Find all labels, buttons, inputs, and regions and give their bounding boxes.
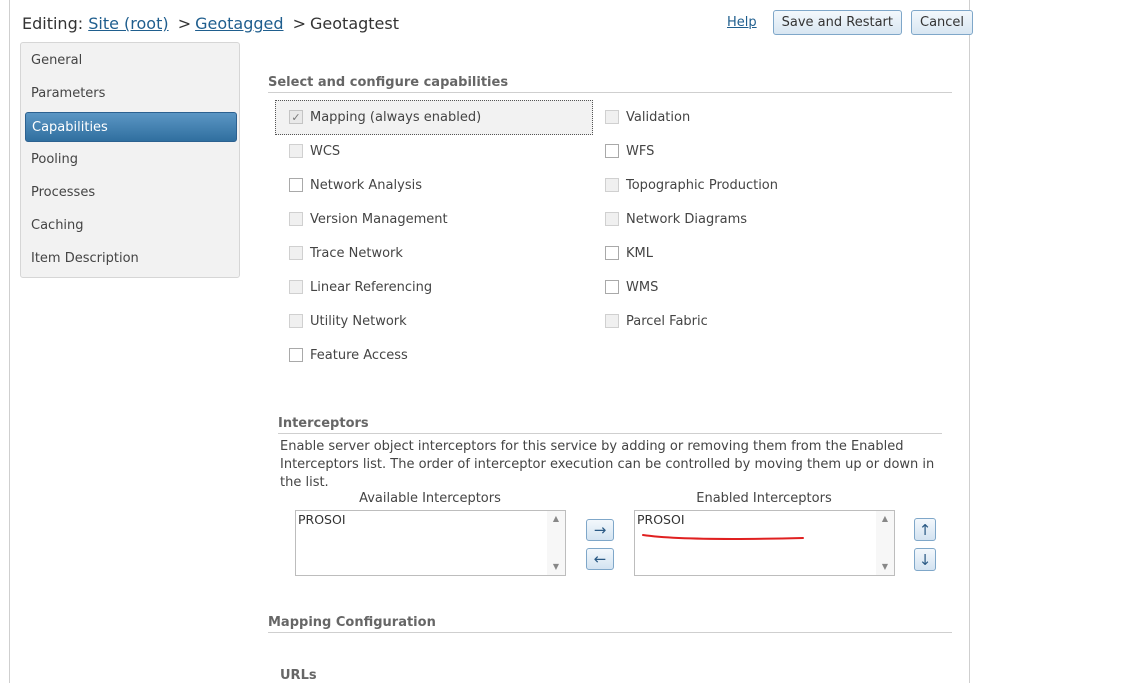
checkbox[interactable]: [605, 178, 619, 192]
available-interceptors-label: Available Interceptors: [359, 491, 501, 506]
arrow-left-icon: ←: [593, 550, 607, 568]
capability-wms[interactable]: WMS: [605, 270, 658, 304]
sidebar-item-parameters[interactable]: Parameters: [25, 79, 237, 109]
capability-label: Network Diagrams: [626, 211, 747, 227]
checkbox[interactable]: [605, 212, 619, 226]
capability-label: Parcel Fabric: [626, 313, 708, 329]
arrow-right-icon: →: [593, 521, 607, 539]
capabilities-section-title: Select and configure capabilities: [268, 75, 509, 90]
scrollbar[interactable]: ▲ ▼: [876, 511, 894, 575]
frame-left-border: [9, 0, 10, 683]
breadcrumb-current: Geotagtest: [310, 14, 400, 33]
checkbox[interactable]: ✓: [289, 110, 303, 124]
list-item[interactable]: PROSOI: [637, 512, 685, 527]
capability-kml[interactable]: KML: [605, 236, 653, 270]
checkbox[interactable]: [289, 144, 303, 158]
add-interceptor-button[interactable]: →: [586, 519, 614, 541]
checkbox[interactable]: [605, 314, 619, 328]
capability-version-management[interactable]: Version Management: [289, 202, 448, 236]
capability-label: Trace Network: [310, 245, 403, 261]
red-underline-annotation: [642, 534, 804, 540]
capability-feature-access[interactable]: Feature Access: [289, 338, 408, 372]
mapping-configuration-divider: [268, 632, 952, 633]
capability-validation[interactable]: Validation: [605, 100, 690, 134]
scrollbar[interactable]: ▲ ▼: [547, 511, 565, 575]
capability-wfs[interactable]: WFS: [605, 134, 654, 168]
sidebar-item-pooling[interactable]: Pooling: [25, 145, 237, 175]
list-item[interactable]: PROSOI: [298, 512, 346, 527]
checkbox[interactable]: [289, 212, 303, 226]
capability-label: Utility Network: [310, 313, 407, 329]
sidebar-item-caching[interactable]: Caching: [25, 211, 237, 241]
capability-label: Linear Referencing: [310, 279, 433, 295]
sidebar-item-general[interactable]: General: [25, 46, 237, 76]
capability-label: KML: [626, 245, 653, 261]
sidebar-item-capabilities[interactable]: Capabilities: [25, 112, 237, 142]
sidebar: General Parameters Capabilities Pooling …: [20, 42, 240, 278]
move-up-button[interactable]: ↑: [914, 518, 936, 541]
capability-label: Mapping (always enabled): [310, 109, 482, 125]
interceptors-divider: [278, 433, 942, 434]
checkbox[interactable]: [605, 246, 619, 260]
capability-network-analysis[interactable]: Network Analysis: [289, 168, 422, 202]
capability-wcs[interactable]: WCS: [289, 134, 340, 168]
interceptors-section-title: Interceptors: [278, 416, 369, 431]
enabled-interceptors-label: Enabled Interceptors: [696, 491, 832, 506]
capability-label: Validation: [626, 109, 691, 125]
capability-topographic-production[interactable]: Topographic Production: [605, 168, 778, 202]
checkbox[interactable]: [605, 110, 619, 124]
arrow-down-icon: ↓: [918, 550, 932, 569]
frame-right-border: [969, 0, 970, 683]
capability-utility-network[interactable]: Utility Network: [289, 304, 407, 338]
capability-mapping[interactable]: ✓ Mapping (always enabled): [289, 100, 481, 134]
breadcrumb-site-root[interactable]: Site (root): [88, 14, 168, 33]
capability-trace-network[interactable]: Trace Network: [289, 236, 403, 270]
checkbox[interactable]: [289, 348, 303, 362]
capability-label: WMS: [626, 279, 659, 295]
scroll-down-icon[interactable]: ▼: [876, 559, 894, 575]
remove-interceptor-button[interactable]: ←: [586, 548, 614, 570]
scroll-up-icon[interactable]: ▲: [547, 511, 565, 527]
available-interceptors-list[interactable]: PROSOI ▲ ▼: [295, 510, 566, 576]
checkbox[interactable]: [605, 144, 619, 158]
mapping-configuration-title: Mapping Configuration: [268, 615, 436, 630]
move-down-button[interactable]: ↓: [914, 548, 936, 571]
sidebar-item-processes[interactable]: Processes: [25, 178, 237, 208]
breadcrumb-geotagged[interactable]: Geotagged: [195, 14, 283, 33]
capability-label: Feature Access: [310, 347, 408, 363]
scroll-up-icon[interactable]: ▲: [876, 511, 894, 527]
sidebar-item-item-description[interactable]: Item Description: [25, 244, 237, 274]
checkbox[interactable]: [605, 280, 619, 294]
capability-label: WFS: [626, 143, 655, 159]
capability-label: Version Management: [310, 211, 448, 227]
title-prefix: Editing:: [22, 14, 84, 33]
breadcrumb-separator: >: [177, 14, 192, 33]
save-and-restart-button[interactable]: Save and Restart: [772, 9, 902, 35]
interceptors-description: Enable server object interceptors for th…: [280, 439, 935, 490]
capabilities-divider: [268, 92, 952, 93]
cancel-button[interactable]: Cancel: [911, 9, 974, 35]
checkbox[interactable]: [289, 314, 303, 328]
checkbox[interactable]: [289, 246, 303, 260]
capability-label: Topographic Production: [626, 177, 779, 193]
page-title: Editing: Site (root) > Geotagged > Geotagt…: [22, 14, 399, 33]
checkbox[interactable]: [289, 178, 303, 192]
capability-network-diagrams[interactable]: Network Diagrams: [605, 202, 747, 236]
top-actions: Help Save and Restart Cancel: [727, 9, 974, 35]
breadcrumb-separator: >: [292, 14, 307, 33]
help-link[interactable]: Help: [727, 15, 757, 30]
arrow-up-icon: ↑: [918, 520, 932, 539]
scroll-down-icon[interactable]: ▼: [547, 559, 565, 575]
checkbox[interactable]: [289, 280, 303, 294]
urls-title: URLs: [280, 668, 317, 683]
capability-label: Network Analysis: [310, 177, 422, 193]
capability-parcel-fabric[interactable]: Parcel Fabric: [605, 304, 708, 338]
capability-label: WCS: [310, 143, 341, 159]
capability-linear-referencing[interactable]: Linear Referencing: [289, 270, 432, 304]
